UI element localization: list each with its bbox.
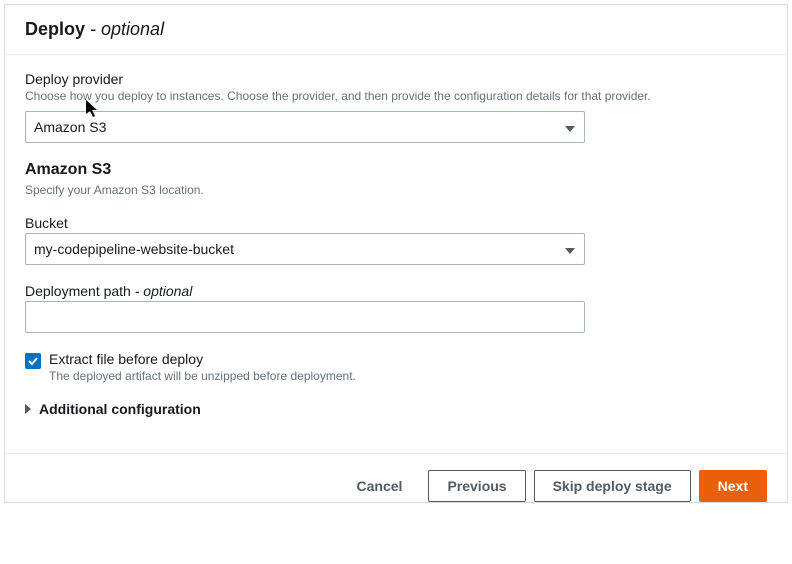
panel-title: Deploy - optional (25, 19, 767, 40)
deploy-panel: Deploy - optional Deploy provider Choose… (4, 4, 788, 503)
bucket-label: Bucket (25, 215, 767, 231)
extract-label-group: Extract file before deploy The deployed … (49, 351, 356, 383)
bucket-value: my-codepipeline-website-bucket (34, 241, 234, 257)
additional-configuration-label: Additional configuration (39, 401, 201, 417)
next-button[interactable]: Next (699, 470, 767, 502)
panel-body: Deploy provider Choose how you deploy to… (5, 55, 787, 441)
button-bar: Cancel Previous Skip deploy stage Next (5, 453, 787, 502)
deployment-path-label-main: Deployment path (25, 283, 131, 299)
deploy-provider-select[interactable]: Amazon S3 (25, 111, 585, 143)
extract-label: Extract file before deploy (49, 351, 356, 367)
deploy-provider-description: Choose how you deploy to instances. Choo… (25, 89, 767, 103)
deployment-path-input[interactable] (25, 301, 585, 333)
panel-header: Deploy - optional (5, 5, 787, 55)
panel-title-main: Deploy (25, 19, 85, 39)
s3-description: Specify your Amazon S3 location. (25, 183, 767, 197)
extract-description: The deployed artifact will be unzipped b… (49, 369, 356, 383)
deployment-path-label: Deployment path - optional (25, 283, 767, 299)
deploy-provider-value: Amazon S3 (34, 119, 106, 135)
extract-checkbox[interactable] (25, 353, 41, 369)
skip-deploy-stage-button[interactable]: Skip deploy stage (534, 470, 691, 502)
bucket-select[interactable]: my-codepipeline-website-bucket (25, 233, 585, 265)
previous-button[interactable]: Previous (428, 470, 525, 502)
cancel-button[interactable]: Cancel (339, 470, 421, 502)
chevron-right-icon (25, 404, 31, 414)
deploy-provider-label: Deploy provider (25, 71, 767, 87)
panel-title-optional: - optional (85, 19, 164, 39)
additional-configuration-toggle[interactable]: Additional configuration (25, 401, 767, 417)
deployment-path-label-optional: - optional (131, 283, 192, 299)
s3-heading: Amazon S3 (25, 161, 767, 179)
